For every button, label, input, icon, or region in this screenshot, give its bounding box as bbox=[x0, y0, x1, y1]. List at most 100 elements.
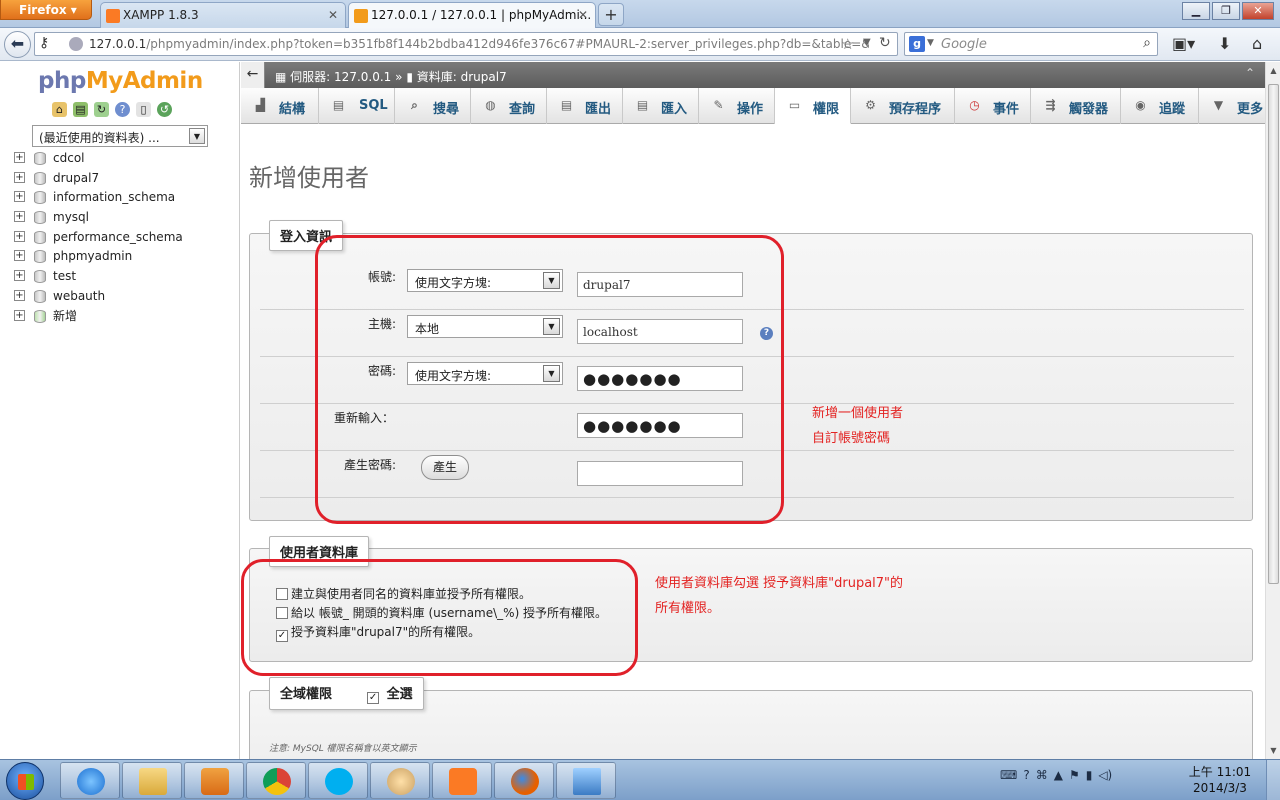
reload-icon[interactable]: ↻ bbox=[879, 35, 891, 51]
expand-icon[interactable]: + bbox=[14, 211, 25, 223]
search-icon[interactable]: ⌕ bbox=[1143, 35, 1151, 51]
highlight-box-login bbox=[315, 235, 784, 524]
database-item[interactable]: + webauth bbox=[14, 289, 183, 309]
docs-icon[interactable]: ▯ bbox=[136, 102, 151, 117]
url-dropdown-icon[interactable]: ▼ bbox=[863, 37, 871, 48]
expand-icon[interactable]: + bbox=[14, 152, 25, 163]
tab-more[interactable]: ▼ 更多 bbox=[1199, 88, 1265, 124]
expand-icon[interactable]: + bbox=[14, 230, 25, 242]
help-icon[interactable]: ? bbox=[115, 102, 130, 117]
scroll-down-icon[interactable]: ▼ bbox=[1268, 746, 1279, 755]
new-database-icon bbox=[34, 309, 46, 323]
scroll-up-icon[interactable]: ▲ bbox=[1268, 66, 1279, 75]
expand-icon[interactable]: + bbox=[14, 191, 25, 203]
expand-icon[interactable]: + bbox=[14, 309, 25, 321]
page-title: 新增使用者 bbox=[249, 164, 369, 192]
bookmark-star-icon[interactable]: ☆ bbox=[841, 35, 854, 53]
home-icon[interactable]: ⌂ bbox=[52, 102, 67, 117]
close-tab-icon[interactable]: ✕ bbox=[328, 8, 338, 22]
sql-query-icon[interactable]: ▤ bbox=[73, 102, 88, 117]
reload-icon[interactable]: ↻ bbox=[94, 102, 109, 117]
collapse-icon[interactable]: ⌃ bbox=[1245, 66, 1255, 80]
global-privileges-legend: 全域權限 ✓ 全選 bbox=[269, 677, 424, 710]
taskbar-firefox[interactable] bbox=[494, 762, 554, 799]
expand-icon[interactable]: + bbox=[14, 270, 25, 282]
routines-icon: ⚙ bbox=[865, 98, 876, 112]
taskbar-chrome[interactable] bbox=[246, 762, 306, 799]
help-icon[interactable]: ? bbox=[1023, 768, 1029, 782]
database-item[interactable]: + test bbox=[14, 269, 183, 289]
clock[interactable]: 上午 11:01 2014/3/3 bbox=[1180, 764, 1260, 796]
breadcrumb: ← ▦ 伺服器: 127.0.0.1 » ▮ 資料庫: drupal7 ⌃ bbox=[241, 62, 1265, 88]
firefox-menu-button[interactable]: Firefox ▾ bbox=[0, 0, 92, 20]
browser-tab-phpmyadmin[interactable]: 127.0.0.1 / 127.0.0.1 | phpMyAdmi... ✕ bbox=[348, 2, 596, 29]
scrollbar-thumb[interactable] bbox=[1268, 84, 1279, 584]
taskbar-ie[interactable] bbox=[60, 762, 120, 799]
tab-routines[interactable]: ⚙ 預存程序 bbox=[851, 88, 955, 124]
tab-tracking[interactable]: ◉ 追蹤 bbox=[1121, 88, 1199, 124]
keyboard-icon[interactable]: ⌨ bbox=[1000, 768, 1017, 782]
select-all-checkbox[interactable]: ✓ bbox=[367, 692, 380, 704]
url-bar[interactable]: ⚷ 127.0.0.1/phpmyadmin/index.php?token=b… bbox=[34, 32, 898, 56]
search-placeholder: Google bbox=[941, 37, 987, 52]
network-icon[interactable]: ▮ bbox=[1086, 768, 1093, 782]
volume-icon[interactable]: ◁) bbox=[1098, 768, 1112, 782]
back-button[interactable]: ⬅ bbox=[4, 31, 31, 58]
maximize-button[interactable]: ❐ bbox=[1212, 2, 1240, 20]
home-icon[interactable]: ⌂ bbox=[1252, 34, 1262, 53]
show-desktop-button[interactable] bbox=[1266, 760, 1280, 800]
tab-import[interactable]: ▤ 匯入 bbox=[623, 88, 699, 124]
action-center-icon[interactable]: ⚑ bbox=[1069, 768, 1080, 782]
collapse-nav-button[interactable]: ← bbox=[241, 62, 265, 88]
close-tab-icon[interactable]: ✕ bbox=[578, 8, 588, 22]
taskbar-explorer[interactable] bbox=[122, 762, 182, 799]
phpmyadmin-logo[interactable]: phpMyAdmin bbox=[38, 68, 203, 94]
show-hidden-icons[interactable]: ▲ bbox=[1054, 768, 1063, 782]
new-database-item[interactable]: + 新增 bbox=[14, 309, 183, 329]
expand-icon[interactable]: + bbox=[14, 289, 25, 301]
new-tab-button[interactable]: + bbox=[598, 3, 624, 26]
expand-icon[interactable]: + bbox=[14, 250, 25, 262]
database-item[interactable]: + mysql bbox=[14, 210, 183, 230]
breadcrumb-server[interactable]: 伺服器: 127.0.0.1 bbox=[290, 70, 391, 84]
tab-export[interactable]: ▤ 匯出 bbox=[547, 88, 623, 124]
tab-sql[interactable]: ▤ SQL bbox=[319, 88, 395, 124]
database-item[interactable]: + information_schema bbox=[14, 190, 183, 210]
window-close-button[interactable]: ✕ bbox=[1242, 2, 1274, 20]
main-scrollbar[interactable]: ▲ ▼ bbox=[1265, 62, 1280, 759]
start-button[interactable] bbox=[6, 762, 44, 800]
refresh-icon[interactable]: ↺ bbox=[157, 102, 172, 117]
tab-operations[interactable]: ✎ 操作 bbox=[699, 88, 775, 124]
tab-privileges[interactable]: ▭ 權限 bbox=[775, 88, 851, 124]
database-item[interactable]: + cdcol bbox=[14, 151, 183, 171]
select-all-label[interactable]: 全選 bbox=[387, 687, 413, 702]
taskbar-skype[interactable] bbox=[308, 762, 368, 799]
search-bar[interactable]: g ▼ Google ⌕ bbox=[904, 32, 1158, 56]
taskbar-media[interactable] bbox=[184, 762, 244, 799]
recent-tables-select[interactable]: (最近使用的資料表) ... ▼ bbox=[32, 125, 208, 147]
browser-tab-xampp[interactable]: XAMPP 1.8.3 ✕ bbox=[100, 2, 346, 28]
taskbar-image-viewer[interactable] bbox=[556, 762, 616, 799]
database-item[interactable]: + performance_schema bbox=[14, 230, 183, 250]
tab-search[interactable]: ⌕ 搜尋 bbox=[395, 88, 471, 124]
export-icon: ▤ bbox=[560, 98, 573, 112]
tab-structure[interactable]: ▟ 結構 bbox=[241, 88, 319, 124]
database-item[interactable]: + drupal7 bbox=[14, 171, 183, 191]
language-icon[interactable]: ⌘ bbox=[1036, 768, 1048, 782]
search-engine-dropdown-icon[interactable]: ▼ bbox=[927, 38, 934, 48]
identity-icon[interactable]: ⚷ bbox=[39, 35, 49, 51]
tab-query[interactable]: ◍ 查詢 bbox=[471, 88, 547, 124]
breadcrumb-database[interactable]: 資料庫: drupal7 bbox=[417, 70, 507, 84]
google-icon[interactable]: g bbox=[909, 36, 925, 52]
minimize-button[interactable]: ▁ bbox=[1182, 2, 1210, 20]
expand-icon[interactable]: + bbox=[14, 171, 25, 183]
tab-events[interactable]: ◷ 事件 bbox=[955, 88, 1031, 124]
bookmarks-menu-icon[interactable]: ▣▾ bbox=[1172, 34, 1195, 53]
taskbar-paint[interactable] bbox=[370, 762, 430, 799]
tab-triggers[interactable]: ⇶ 觸發器 bbox=[1031, 88, 1121, 124]
events-icon: ◷ bbox=[969, 98, 980, 112]
taskbar-xampp[interactable] bbox=[432, 762, 492, 799]
database-item[interactable]: + phpmyadmin bbox=[14, 249, 183, 269]
downloads-icon[interactable]: ⬇ bbox=[1218, 34, 1231, 53]
triggers-icon: ⇶ bbox=[1045, 98, 1056, 112]
